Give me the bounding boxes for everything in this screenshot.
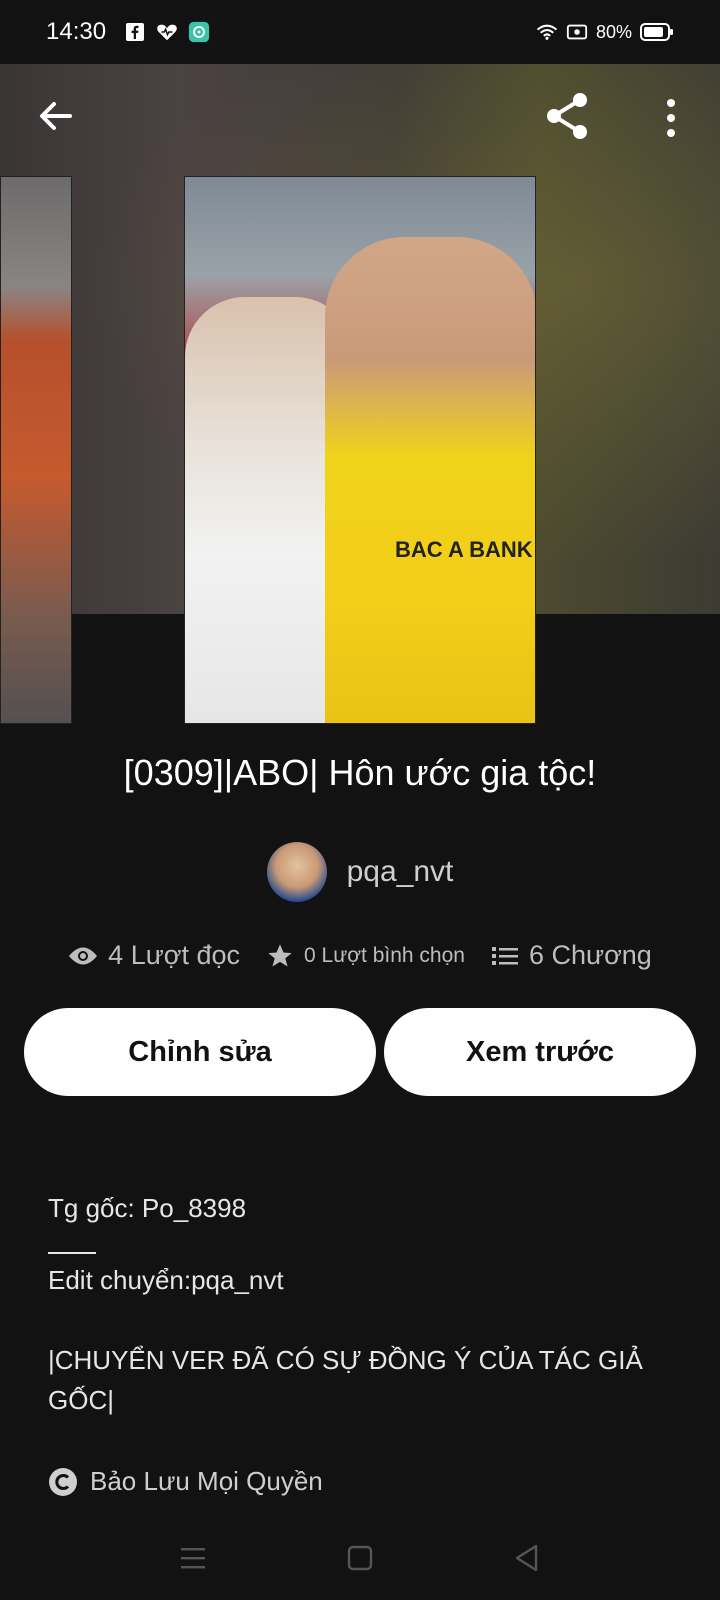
- share-icon: [547, 93, 587, 139]
- nav-back-button[interactable]: [507, 1538, 547, 1578]
- facebook-icon: [124, 21, 146, 43]
- top-app-bar: [0, 64, 720, 174]
- more-vertical-icon: [667, 99, 675, 137]
- reads-count: 4 Lượt đọc: [108, 940, 241, 970]
- back-button[interactable]: [34, 94, 78, 138]
- menu-icon: [181, 1548, 206, 1569]
- chapters-count: 6 Chương: [528, 940, 652, 970]
- avatar[interactable]: [266, 842, 327, 902]
- heart-app-icon: [156, 21, 178, 43]
- square-icon: [347, 1545, 373, 1571]
- editor-line: Edit chuyển:pqa_nvt: [48, 1265, 284, 1295]
- preview-button[interactable]: Xem trước: [384, 1008, 696, 1096]
- original-author-line: Tg gốc: Po_8398: [48, 1193, 247, 1223]
- status-system-icons: 80%: [536, 21, 674, 43]
- eye-icon: [69, 947, 98, 964]
- nav-recents-button[interactable]: [173, 1538, 213, 1578]
- status-bar: 14:30 80%: [0, 0, 720, 64]
- votes-count: 0 Lượt bình chọn: [304, 943, 465, 967]
- permission-note: |CHUYỂN VER ĐÃ CÓ SỰ ĐỒNG Ý CỦA TÁC GIẢ …: [48, 1345, 643, 1415]
- copyright-icon: [49, 1467, 77, 1496]
- screen-record-icon: [566, 21, 588, 43]
- battery-percentage: 80%: [595, 21, 632, 42]
- edit-button[interactable]: Chỉnh sửa: [24, 1008, 376, 1096]
- description-divider: [48, 1252, 96, 1254]
- cover-jersey-text: BAC A BANK: [395, 537, 533, 562]
- list-icon: [491, 946, 518, 965]
- system-navigation-bar: [0, 1516, 720, 1600]
- story-title: [0309]|ABO| Hôn ước gia tộc!: [123, 752, 597, 793]
- battery-icon: [640, 21, 674, 43]
- arrow-left-icon: [40, 102, 72, 130]
- copyright-text: Bảo Lưu Mọi Quyền: [90, 1466, 323, 1496]
- star-icon: [268, 943, 292, 966]
- nav-home-button[interactable]: [340, 1538, 380, 1578]
- wifi-icon: [536, 21, 558, 43]
- votes-stat: 0 Lượt bình chọn: [266, 942, 465, 970]
- copyright-row: Bảo Lưu Mọi Quyền: [48, 1466, 323, 1497]
- more-options-button[interactable]: [656, 96, 686, 140]
- chapters-stat: 6 Chương: [491, 940, 652, 971]
- triangle-back-icon: [515, 1544, 537, 1572]
- share-button[interactable]: [542, 90, 594, 142]
- status-notification-icons: [124, 21, 210, 43]
- story-description: Tg gốc: Po_8398 Edit chuyển:pqa_nvt |CHU…: [48, 1188, 678, 1420]
- author-row[interactable]: pqa_nvt: [0, 842, 720, 902]
- story-cover-image: BAC A BANK: [184, 176, 536, 724]
- author-name[interactable]: pqa_nvt: [347, 855, 454, 889]
- status-time: 14:30: [46, 18, 107, 45]
- reads-stat: 4 Lượt đọc: [68, 940, 240, 971]
- chat-app-icon: [188, 21, 210, 43]
- cover-figure-yellow: [325, 237, 535, 723]
- previous-story-cover[interactable]: [0, 176, 72, 724]
- story-stats: 4 Lượt đọc 0 Lượt bình chọn 6 Chương: [0, 940, 720, 971]
